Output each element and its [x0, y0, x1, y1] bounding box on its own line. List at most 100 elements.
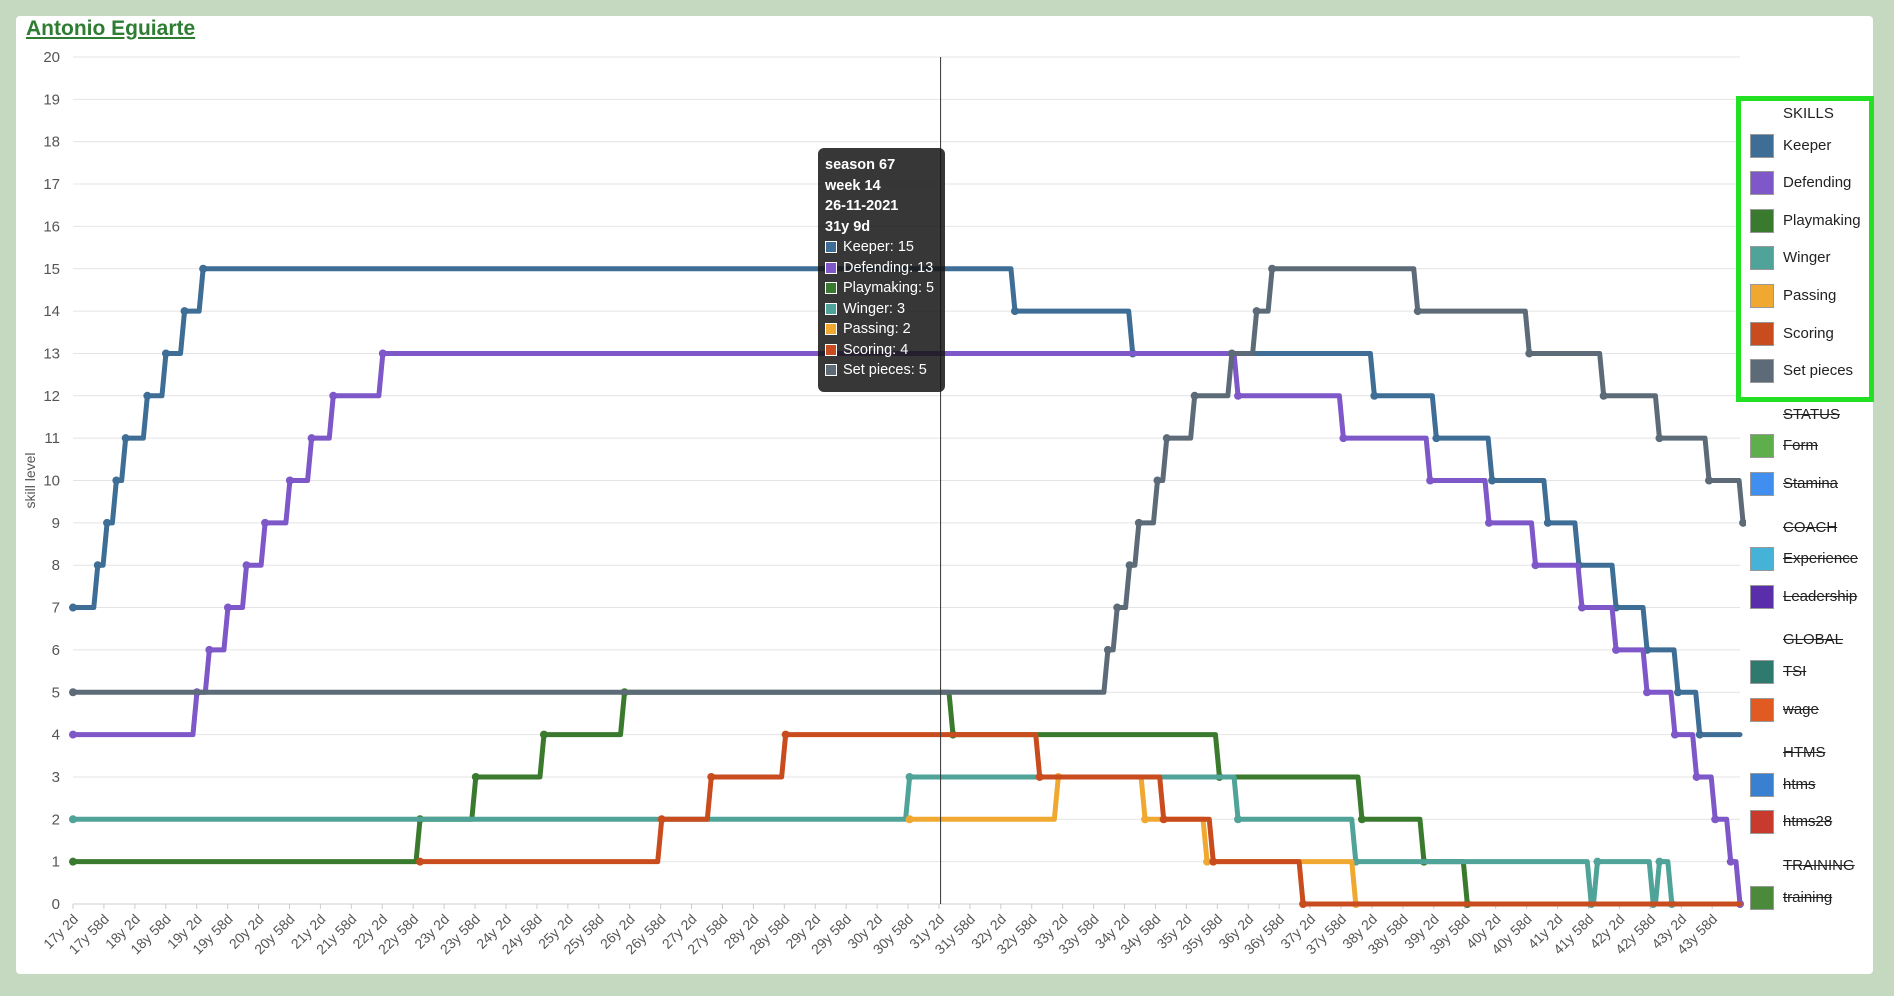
legend-swatch [1750, 584, 1774, 609]
series-point [707, 772, 716, 781]
legend-swatch [1750, 321, 1774, 346]
y-tick-label: 20 [43, 49, 60, 66]
series-point [1726, 857, 1735, 866]
tooltip-header-line: 26-11-2021 [825, 198, 899, 214]
legend-swatch [1750, 885, 1774, 910]
legend-swatch [1750, 547, 1774, 572]
y-tick-label: 14 [43, 303, 60, 320]
series-point [1035, 772, 1044, 781]
series-point [1577, 603, 1586, 612]
legend-group-header: COACH [1783, 518, 1838, 536]
tooltip-row: Keeper: 15 [825, 237, 938, 258]
series-point [781, 730, 790, 739]
legend-swatch [1750, 810, 1774, 835]
series-point [1357, 815, 1366, 824]
y-tick-label: 18 [43, 134, 60, 151]
series-point [1370, 391, 1379, 400]
series-point [1010, 307, 1019, 316]
tooltip-row: Winger: 3 [825, 299, 938, 320]
tooltip-row: Defending: 13 [825, 258, 938, 279]
legend-swatch [1750, 208, 1774, 233]
legend-swatch [1750, 660, 1774, 684]
series-point [378, 349, 387, 358]
legend-label: Defending [1783, 174, 1852, 192]
series-point [1227, 349, 1236, 358]
series-point [1299, 900, 1308, 908]
tooltip-header-line: season 67 [825, 157, 896, 173]
legend-group-header: SKILLS [1783, 105, 1834, 122]
legend-label: Set pieces [1783, 362, 1854, 380]
chart-tooltip: season 67 week 14 26-11-2021 31y 9d Keeper:… [818, 148, 945, 392]
series-point [307, 434, 316, 443]
tooltip-row: Scoring: 4 [825, 340, 938, 361]
y-tick-label: 11 [44, 430, 60, 447]
legend-label: Winger [1783, 249, 1831, 267]
series-point [1190, 391, 1199, 400]
series-point [1593, 857, 1602, 866]
series-point [1234, 391, 1243, 400]
series-point [1103, 645, 1112, 654]
series-point [180, 307, 189, 316]
y-tick-label: 5 [52, 684, 60, 701]
y-tick-label: 19 [43, 91, 60, 108]
tooltip-row: Passing: 2 [825, 319, 938, 340]
y-tick-label: 15 [43, 261, 60, 278]
series-point [1711, 815, 1720, 824]
tooltip-row-label: Winger: 3 [843, 300, 906, 317]
legend-swatch [1750, 133, 1774, 158]
legend-label: htms28 [1783, 813, 1833, 831]
y-tick-label: 8 [52, 557, 60, 574]
tooltip-row: Set pieces: 5 [825, 360, 938, 381]
legend-label: Experience [1783, 550, 1859, 568]
legend-swatch [1750, 284, 1774, 308]
series-point [121, 434, 130, 443]
y-tick-label: 10 [43, 473, 60, 490]
series-point [1413, 307, 1422, 316]
series-point [69, 815, 77, 824]
series-point [905, 772, 914, 781]
series-point [242, 561, 251, 570]
legend-label: Leadership [1783, 587, 1858, 605]
series-point [1739, 518, 1746, 527]
series-point [1159, 815, 1168, 824]
series-point [199, 264, 208, 273]
series-point [1488, 476, 1497, 485]
y-tick-label: 2 [52, 811, 60, 828]
legend-label: Passing [1783, 287, 1837, 304]
legend-swatch [1750, 171, 1774, 196]
series-point [69, 857, 77, 866]
series-point [1426, 476, 1435, 485]
series-group [69, 264, 1746, 908]
y-tick-label: 6 [52, 642, 60, 659]
tooltip-header-line: week 14 [825, 177, 881, 194]
legend-swatch [1750, 472, 1774, 496]
tooltip-row-label: Passing: 2 [843, 321, 911, 337]
series-point [1432, 434, 1441, 443]
series-point [1162, 434, 1171, 443]
series-point [1670, 730, 1679, 739]
series-point [1153, 476, 1162, 485]
series-point [539, 730, 548, 739]
skill-chart: 01234567891011121314151617181920skill le… [22, 49, 1746, 957]
series-point [69, 730, 77, 739]
legend-group-header: STATUS [1783, 405, 1840, 423]
tooltip-swatch [825, 241, 837, 253]
tooltip-swatch [825, 282, 837, 294]
series-point [1531, 561, 1540, 570]
series-point [69, 688, 77, 697]
tooltip-row-label: Set pieces: 5 [843, 362, 927, 378]
y-tick-label: 16 [43, 218, 60, 235]
series-point [1695, 730, 1704, 739]
legend-swatch [1750, 246, 1774, 271]
series-point [161, 349, 170, 358]
tooltip-header-line: 31y 9d [825, 218, 871, 235]
series-point [1655, 857, 1664, 866]
y-tick-label: 9 [52, 515, 60, 532]
legend-swatch [1750, 359, 1774, 384]
series-point [1485, 518, 1494, 527]
tooltip-swatch [825, 343, 837, 356]
y-tick-label: 0 [52, 896, 60, 913]
legend-label: Scoring [1783, 324, 1834, 342]
series-point [1141, 815, 1150, 824]
y-tick-label: 3 [52, 769, 60, 786]
